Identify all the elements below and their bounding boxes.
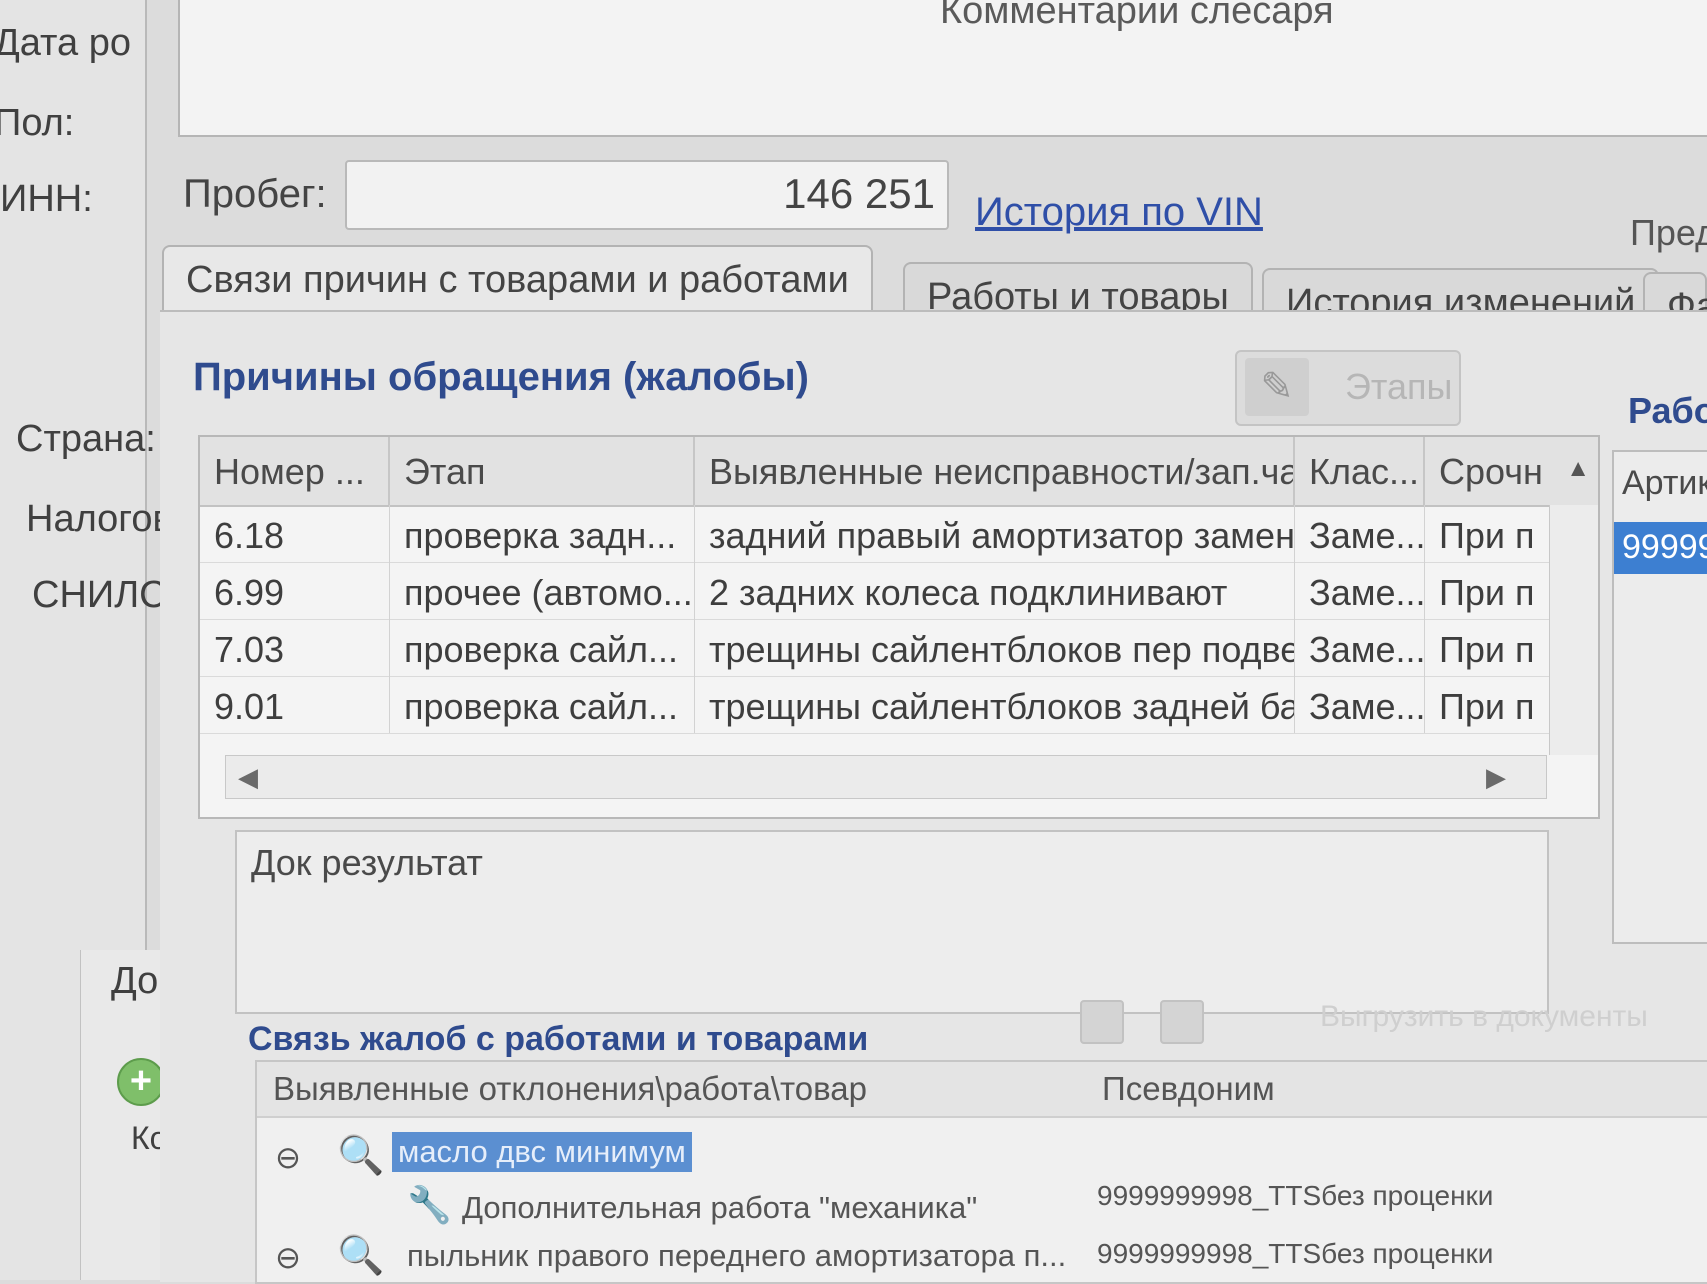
add-icon[interactable]: + (117, 1058, 165, 1106)
search-icon: 🔍 (337, 1135, 385, 1177)
links-title: Связь жалоб с работами и товарами (248, 1020, 869, 1058)
selected-article-cell[interactable]: 999999 (1614, 522, 1707, 574)
gender-label: Пол: (0, 102, 75, 144)
tree-item-alias: 9999999998_TTSбез проценки (1097, 1180, 1494, 1211)
cell-number: 7.03 (200, 619, 390, 676)
cell-urgency: При п (1425, 562, 1550, 619)
cell-fault: 2 задних колеса подклинивают (695, 562, 1295, 619)
col-urgency[interactable]: Срочн (1425, 437, 1550, 505)
table-row[interactable]: 6.18 проверка задн... задний правый амор… (200, 505, 1598, 563)
vin-history-link[interactable]: История по VIN (975, 190, 1263, 235)
export-to-documents-button[interactable]: Выгрузить в документы (1320, 1000, 1648, 1034)
table-header: Номер ... Этап Выявленные неисправности/… (200, 437, 1598, 507)
cell-class: Заме... (1295, 619, 1425, 676)
cell-class: Заме... (1295, 505, 1425, 562)
tree-item-alias: 9999999998_TTSбез проценки (1097, 1238, 1494, 1269)
tree-item-part[interactable]: пыльник правого переднего амортизатора п… (407, 1238, 1066, 1274)
tab-complaint-links[interactable]: Связи причин с товарами и работами (162, 245, 873, 315)
collapse-icon[interactable]: ⊖ (275, 1240, 301, 1276)
right-truncated-label: Пред (1630, 212, 1707, 253)
doc-result-title: Док результат (251, 842, 483, 883)
link-icon[interactable] (1080, 1000, 1124, 1044)
horizontal-scrollbar[interactable]: ◀ ▶ (225, 755, 1547, 799)
stages-button[interactable]: ✎ Этапы (1235, 350, 1461, 426)
collapse-icon[interactable]: ⊖ (275, 1140, 301, 1176)
col-deviation[interactable]: Выявленные отклонения\работа\товар (273, 1070, 867, 1108)
mileage-value: 146 251 (783, 170, 935, 217)
copy-icon[interactable] (1160, 1000, 1204, 1044)
mileage-label: Пробег: (183, 172, 327, 216)
country-label: Страна: (16, 418, 156, 460)
birth-date-label: Дата ро (0, 22, 131, 64)
tree-item-selected[interactable]: масло двс минимум (392, 1132, 692, 1172)
complaints-table[interactable]: Номер ... Этап Выявленные неисправности/… (198, 435, 1600, 819)
cell-number: 9.01 (200, 676, 390, 733)
cell-number: 6.99 (200, 562, 390, 619)
cell-fault: задний правый амортизатор замена (695, 505, 1295, 562)
col-faults[interactable]: Выявленные неисправности/зап.ча... (695, 437, 1295, 505)
works-section-label: Рабо (1628, 390, 1707, 431)
cell-fault: трещины сайлентблоков задней ба... (695, 676, 1295, 733)
scroll-left-icon[interactable]: ◀ (238, 762, 258, 793)
mileage-field[interactable]: 146 251 (345, 160, 949, 230)
tax-label: Налогов (26, 498, 173, 540)
col-article[interactable]: Артику (1622, 464, 1707, 503)
links-tree[interactable]: Выявленные отклонения\работа\товар Псевд… (255, 1060, 1707, 1284)
cell-stage: проверка задн... (390, 505, 695, 562)
comment-title: Комментарии слесаря (940, 0, 1334, 32)
cell-urgency: При п (1425, 505, 1550, 562)
cell-number: 6.18 (200, 505, 390, 562)
stages-label: Этапы (1345, 366, 1453, 407)
table-row[interactable]: 9.01 проверка сайл... трещины сайлентбло… (200, 676, 1598, 734)
col-stage[interactable]: Этап (390, 437, 695, 505)
wrench-icon: 🔧 (407, 1184, 452, 1225)
tree-item-work[interactable]: Дополнительная работа "механика" (462, 1190, 977, 1226)
cell-urgency: При п (1425, 619, 1550, 676)
cell-stage: проверка сайл... (390, 676, 695, 733)
works-table[interactable]: Артику 999999 (1612, 450, 1707, 944)
table-row[interactable]: 6.99 прочее (автомо... 2 задних колеса п… (200, 562, 1598, 620)
tree-header: Выявленные отклонения\работа\товар Псевд… (257, 1062, 1707, 1118)
vertical-scrollbar[interactable] (1549, 505, 1598, 755)
sort-up-icon[interactable]: ▲ (1566, 455, 1590, 483)
pencil-icon: ✎ (1245, 358, 1309, 416)
cell-stage: проверка сайл... (390, 619, 695, 676)
mechanic-comment-box[interactable]: Комментарии слесаря (178, 0, 1707, 137)
cell-urgency: При п (1425, 676, 1550, 733)
cell-class: Заме... (1295, 562, 1425, 619)
search-icon: 🔍 (337, 1235, 385, 1277)
cell-class: Заме... (1295, 676, 1425, 733)
table-row[interactable]: 7.03 проверка сайл... трещины сайлентбло… (200, 619, 1598, 677)
cell-stage: прочее (автомо... (390, 562, 695, 619)
col-alias[interactable]: Псевдоним (1102, 1070, 1275, 1108)
inn-label: ИНН: (0, 178, 93, 220)
scroll-right-icon[interactable]: ▶ (1486, 762, 1506, 793)
cell-fault: трещины сайлентблоков пер подве... (695, 619, 1295, 676)
col-class[interactable]: Клас... (1295, 437, 1425, 505)
col-number[interactable]: Номер ... (200, 437, 390, 505)
snils-label: СНИЛС (32, 574, 167, 616)
complaints-title: Причины обращения (жалобы) (193, 355, 809, 399)
doc-result-box[interactable]: Док результат (235, 830, 1549, 1014)
